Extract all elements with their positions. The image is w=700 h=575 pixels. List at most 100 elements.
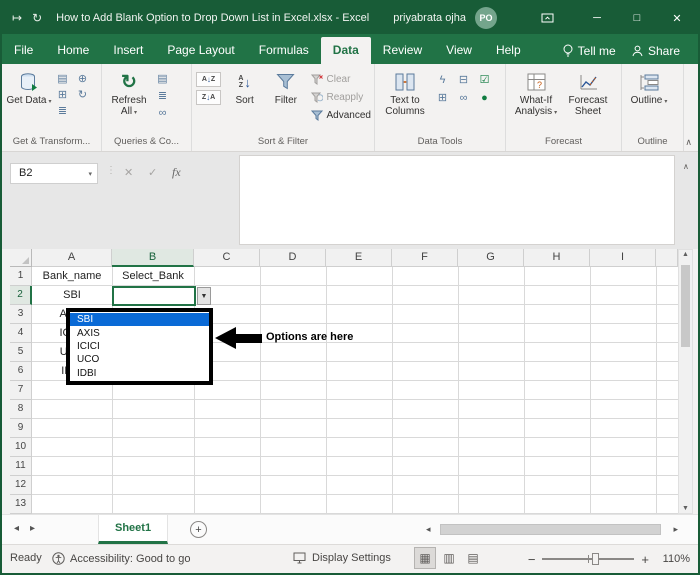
from-table-range-icon[interactable]: ⊞	[54, 87, 71, 102]
tab-data[interactable]: Data	[320, 37, 371, 64]
tab-formulas[interactable]: Formulas	[247, 37, 321, 64]
row-header-11[interactable]: 11	[10, 457, 32, 476]
column-header-b[interactable]: B	[112, 249, 194, 267]
text-to-columns-button[interactable]: Text to Columns	[379, 67, 431, 117]
existing-connections-icon[interactable]: ≣	[54, 103, 71, 118]
column-header-e[interactable]: E	[326, 249, 392, 267]
column-header-c[interactable]: C	[194, 249, 260, 267]
workbook-links-icon[interactable]: ∞	[154, 105, 171, 120]
normal-view-icon[interactable]: ▦	[414, 547, 436, 569]
what-if-analysis-button[interactable]: ? What-If Analysis ▾	[510, 67, 562, 119]
remove-duplicates-icon[interactable]: ⊟	[455, 72, 472, 87]
page-layout-view-icon[interactable]: ▥	[439, 548, 459, 568]
column-header-h[interactable]: H	[524, 249, 590, 267]
column-header-f[interactable]: F	[392, 249, 458, 267]
tab-home[interactable]: Home	[45, 37, 101, 64]
formula-input[interactable]	[239, 155, 675, 245]
select-all-corner[interactable]	[10, 249, 32, 267]
quick-access-icon[interactable]: ↦	[12, 11, 22, 25]
queries-connections-icon[interactable]: ▤	[154, 71, 171, 86]
dropdown-item-sbi[interactable]: SBI	[70, 313, 209, 327]
maximize-button[interactable]: □	[620, 12, 654, 24]
sheet-tab-sheet1[interactable]: Sheet1	[98, 515, 169, 544]
zoom-slider[interactable]	[542, 553, 635, 565]
new-sheet-button[interactable]: +	[190, 521, 207, 538]
dropdown-item-uco[interactable]: UCO	[70, 353, 209, 366]
from-text-csv-icon[interactable]: ▤	[54, 71, 71, 86]
zoom-level[interactable]: 110%	[656, 553, 690, 565]
dropdown-item-idbi[interactable]: IDBI	[70, 367, 209, 380]
cell-a1[interactable]: Bank_name	[32, 267, 112, 286]
accessibility-status[interactable]: Accessibility: Good to go	[52, 552, 190, 565]
properties-icon[interactable]: ≣	[154, 88, 171, 103]
formula-bar-expand-icon[interactable]: ∧	[683, 162, 689, 171]
tell-me-button[interactable]: Tell me	[555, 37, 624, 64]
row-header-7[interactable]: 7	[10, 381, 32, 400]
display-settings-button[interactable]: Display Settings	[293, 552, 391, 564]
scroll-right-icon[interactable]: ▸	[673, 524, 678, 535]
cell-b1[interactable]: Select_Bank	[112, 267, 194, 286]
forecast-sheet-button[interactable]: Forecast Sheet	[562, 67, 614, 117]
filter-button[interactable]: Filter	[265, 67, 306, 106]
minimize-button[interactable]: ─	[580, 12, 614, 24]
vertical-scrollbar-thumb[interactable]	[681, 265, 690, 347]
scroll-left-icon[interactable]: ◂	[426, 524, 431, 535]
outline-button[interactable]: Outline ▾	[626, 67, 672, 108]
tab-view[interactable]: View	[434, 37, 484, 64]
ribbon-display-options-icon[interactable]	[541, 12, 554, 24]
column-header-a[interactable]: A	[32, 249, 112, 267]
sort-za-button[interactable]: Z ↓ A	[196, 90, 221, 105]
row-header-10[interactable]: 10	[10, 438, 32, 457]
get-data-button[interactable]: Get Data ▾	[6, 67, 52, 108]
user-avatar[interactable]: PO	[475, 7, 497, 29]
tab-page-layout[interactable]: Page Layout	[155, 37, 246, 64]
sheet-nav-right-icon[interactable]: ▸	[30, 523, 35, 534]
row-header-6[interactable]: 6	[10, 362, 32, 381]
dropdown-item-icici[interactable]: ICICI	[70, 340, 209, 353]
cell-a2[interactable]: SBI	[32, 286, 112, 305]
recent-sources-icon[interactable]: ↻	[74, 87, 91, 102]
column-header-partial[interactable]	[656, 249, 678, 267]
share-button[interactable]: Share	[624, 37, 688, 64]
name-box-dropdown-icon[interactable]: ▾	[88, 165, 92, 184]
close-button[interactable]: ✕	[660, 12, 694, 25]
tab-insert[interactable]: Insert	[101, 37, 155, 64]
scroll-up-icon[interactable]: ▲	[679, 251, 692, 258]
reapply-button[interactable]: Reapply	[310, 90, 371, 105]
column-header-g[interactable]: G	[458, 249, 524, 267]
zoom-slider-thumb[interactable]	[592, 553, 600, 565]
dropdown-item-axis[interactable]: AXIS	[70, 326, 209, 339]
tab-help[interactable]: Help	[484, 37, 533, 64]
row-header-1[interactable]: 1	[10, 267, 32, 286]
clear-filter-button[interactable]: Clear	[310, 72, 371, 87]
name-box[interactable]: B2 ▾	[10, 163, 98, 184]
tab-review[interactable]: Review	[371, 37, 434, 64]
refresh-all-button[interactable]: ↻ Refresh All ▾	[106, 67, 152, 119]
column-header-d[interactable]: D	[260, 249, 326, 267]
tab-file[interactable]: File	[2, 37, 45, 64]
row-header-9[interactable]: 9	[10, 419, 32, 438]
row-header-13[interactable]: 13	[10, 495, 32, 514]
data-validation-icon[interactable]: ☑	[476, 72, 493, 87]
sheet-nav-left-icon[interactable]: ◂	[14, 523, 19, 534]
horizontal-scrollbar[interactable]: ◂ ▸	[426, 523, 678, 537]
zoom-out-button[interactable]: −	[528, 552, 536, 567]
collapse-ribbon-icon[interactable]: ∧	[684, 64, 698, 151]
selected-cell-b2[interactable]	[112, 286, 196, 306]
sort-az-button[interactable]: A ↓ Z	[196, 72, 221, 87]
row-header-5[interactable]: 5	[10, 343, 32, 362]
horizontal-scrollbar-thumb[interactable]	[440, 524, 661, 535]
page-break-view-icon[interactable]: ▤	[463, 548, 483, 568]
sort-button[interactable]: A Z ↓ Sort	[224, 67, 265, 107]
row-header-2[interactable]: 2	[10, 286, 32, 305]
row-header-8[interactable]: 8	[10, 400, 32, 419]
scroll-down-icon[interactable]: ▼	[679, 505, 692, 512]
advanced-filter-button[interactable]: Advanced	[310, 108, 371, 123]
in-cell-dropdown-button[interactable]: ▼	[197, 287, 211, 305]
manage-data-model-icon[interactable]: ●	[476, 90, 493, 105]
from-web-icon[interactable]: ⊕	[74, 71, 91, 86]
column-header-i[interactable]: I	[590, 249, 656, 267]
vertical-scrollbar[interactable]: ▲ ▼	[678, 249, 693, 514]
relationships-icon[interactable]: ∞	[455, 90, 472, 105]
cancel-icon[interactable]: ✕	[124, 166, 133, 179]
